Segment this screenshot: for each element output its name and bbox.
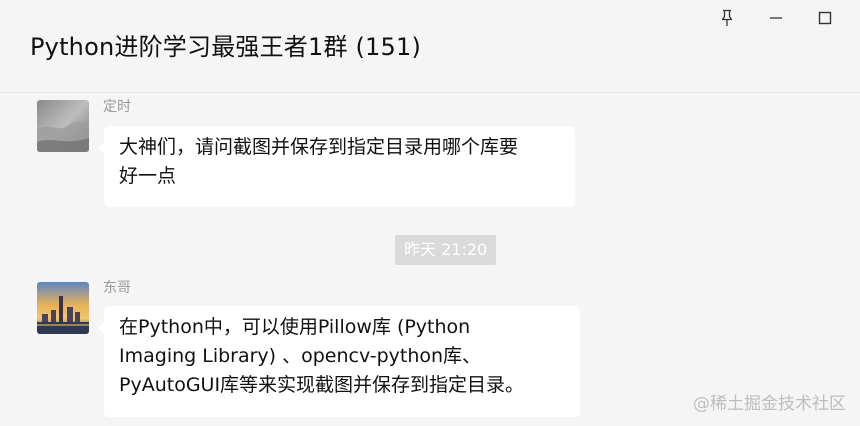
title-bar: Python进阶学习最强王者1群 (151) xyxy=(0,0,860,93)
message-bubble[interactable]: 在Python中，可以使用Pillow库 (Python Imaging Lib… xyxy=(98,306,580,417)
message-text-line: PyAutoGUI库等来实现截图并保存到指定目录。 xyxy=(119,374,525,396)
message-text-line: 大神们，请问截图并保存到指定目录用哪个库要 xyxy=(119,136,519,158)
maximize-button[interactable] xyxy=(810,4,840,32)
minimize-icon xyxy=(770,17,782,19)
avatar[interactable] xyxy=(37,100,89,152)
pin-button[interactable] xyxy=(712,4,742,32)
pin-icon xyxy=(721,9,733,26)
city-sunset-avatar xyxy=(37,282,89,334)
message-text-line: 好一点 xyxy=(119,165,177,187)
avatar[interactable] xyxy=(37,282,89,334)
message-bubble[interactable]: 大神们，请问截图并保存到指定目录用哪个库要 好一点 xyxy=(98,126,575,207)
minimize-button[interactable] xyxy=(761,4,791,32)
maximize-icon xyxy=(818,11,832,25)
chat-area[interactable]: 定时 大神们，请问截图并保存到指定目录用哪个库要 好一点 昨天 21:20 东哥… xyxy=(0,93,860,426)
gray-photo-avatar xyxy=(37,100,89,152)
message-text-line: Imaging Library) 、opencv-python库、 xyxy=(119,345,482,367)
watermark: @稀土掘金技术社区 xyxy=(693,394,846,414)
chat-title: Python进阶学习最强王者1群 (151) xyxy=(30,33,422,61)
message-text-line: 在Python中，可以使用Pillow库 (Python xyxy=(119,316,471,338)
sender-name: 东哥 xyxy=(103,280,131,296)
sender-name: 定时 xyxy=(103,99,131,115)
time-separator: 昨天 21:20 xyxy=(395,235,497,265)
